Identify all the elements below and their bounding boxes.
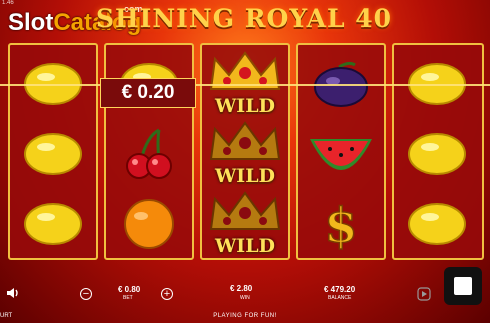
watermelon-symbol [298,119,384,189]
lemon-symbol [10,189,96,259]
reel-1 [8,43,98,260]
reel-4: $ [296,43,386,260]
wild-label: WILD [214,95,276,117]
orange-symbol [106,189,192,259]
balance-label: BALANCE [328,295,352,301]
balance-value: € 479.20 [324,285,356,294]
svg-text:$: $ [324,198,357,252]
plus-icon: + [163,288,171,300]
win-payline [0,84,490,86]
autoplay-icon[interactable] [417,287,431,301]
watermark-slot: Slot [8,9,54,36]
win-value: € 2.80 [230,284,253,293]
playing-for-fun-text: PLAYING FOR FUN! [213,313,277,319]
wild-label: WILD [214,165,276,187]
lemon-symbol [10,119,96,189]
wild-label: WILD [214,235,276,257]
speaker-icon[interactable] [6,287,20,299]
reel-2 [104,43,194,260]
bet-decrease-button[interactable]: − [80,288,92,300]
bet-increase-button[interactable]: + [161,288,173,300]
game-title: SHINING ROYAL 40 [95,4,393,33]
win-label: WIN [240,295,250,301]
line-win-amount: € 0.20 [100,78,196,108]
bet-label: BET [123,295,133,301]
reel-5 [392,43,484,260]
bet-value: € 0.80 [118,285,141,294]
lemon-symbol [394,119,480,189]
reels-area[interactable]: WILD WILD WILD $ [8,43,484,260]
minus-icon: − [82,288,90,300]
dollar-symbol: $ [298,189,384,259]
wild-symbol: WILD [202,189,288,259]
reel-3: WILD WILD WILD [200,43,290,260]
lemon-symbol [394,189,480,259]
wild-symbol: WILD [202,119,288,189]
spin-button[interactable] [444,267,482,305]
spin-stop-icon [454,277,472,295]
cherries-symbol [106,119,192,189]
